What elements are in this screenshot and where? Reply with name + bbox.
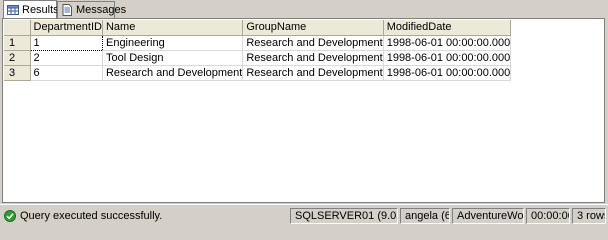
tab-messages-label: Messages [76, 4, 127, 16]
grid-corner-cell[interactable] [4, 20, 31, 36]
grid-cell[interactable]: 6 [30, 65, 103, 81]
results-tab-bar: Results Messages [0, 0, 608, 18]
table-row: 2 2 Tool Design Research and Development… [4, 50, 512, 66]
grid-cell[interactable]: 2 [30, 50, 103, 66]
status-elapsed-time: 00:00:00 [526, 208, 570, 224]
status-database: AdventureWorks [452, 208, 524, 224]
table-row: 3 6 Research and Development Research an… [4, 65, 512, 81]
grid-cell[interactable]: Research and Development [102, 65, 244, 81]
grid-icon [7, 4, 19, 15]
messages-icon [62, 4, 72, 16]
table-row: 1 1 Engineering Research and Development… [4, 34, 512, 51]
results-grid-panel[interactable]: DepartmentID Name GroupName ModifiedDate… [2, 18, 605, 203]
tab-results-label: Results [22, 3, 59, 16]
grid-cell[interactable]: 1998-06-01 00:00:00.000 [383, 65, 512, 81]
grid-cell[interactable]: 1 [29, 34, 103, 51]
column-header-modifieddate[interactable]: ModifiedDate [383, 20, 512, 36]
success-check-icon [4, 210, 16, 222]
results-grid: DepartmentID Name GroupName ModifiedDate… [4, 20, 512, 81]
tab-results[interactable]: Results [3, 0, 59, 18]
grid-cell[interactable]: Engineering [102, 35, 244, 51]
grid-cell[interactable]: Tool Design [102, 50, 244, 66]
status-message-text: Query executed successfully. [20, 210, 163, 222]
grid-header-row: DepartmentID Name GroupName ModifiedDate [4, 20, 512, 36]
grid-cell[interactable]: 1998-06-01 00:00:00.000 [383, 50, 512, 66]
column-header-name[interactable]: Name [102, 20, 244, 36]
status-message: Query executed successfully. [2, 208, 288, 224]
status-server: SQLSERVER01 (9.0 SP1) [290, 208, 398, 224]
row-number[interactable]: 2 [4, 50, 31, 66]
row-number[interactable]: 1 [4, 35, 31, 51]
grid-cell[interactable]: 1998-06-01 00:00:00.000 [383, 35, 512, 51]
status-row-count: 3 rows [572, 208, 606, 224]
grid-cell[interactable]: Research and Development [242, 65, 384, 81]
grid-cell[interactable]: Research and Development [242, 50, 384, 66]
row-number[interactable]: 3 [4, 65, 31, 81]
column-header-groupname[interactable]: GroupName [242, 20, 384, 36]
tab-messages[interactable]: Messages [57, 1, 126, 18]
status-bar: Query executed successfully. SQLSERVER01… [0, 204, 608, 227]
grid-cell[interactable]: Research and Development [242, 35, 384, 51]
column-header-departmentid[interactable]: DepartmentID [30, 20, 103, 36]
status-user: angela (64) [400, 208, 450, 224]
